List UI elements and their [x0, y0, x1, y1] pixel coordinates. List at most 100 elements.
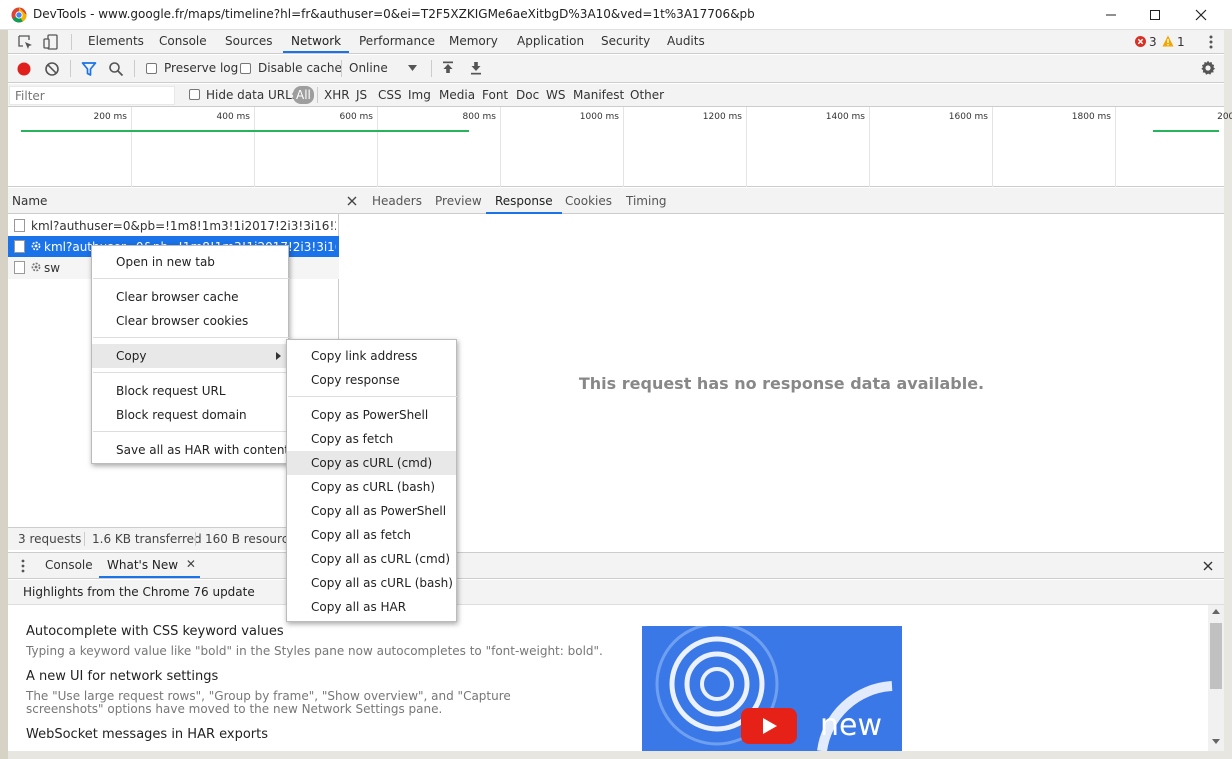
menu-copy-all-as-curl-bash[interactable]: Copy all as cURL (bash) — [287, 571, 456, 595]
tab-cookies[interactable]: Cookies — [565, 188, 612, 214]
menu-copy-as-curl-cmd[interactable]: Copy as cURL (cmd) — [287, 451, 456, 475]
filter-type-all[interactable]: All — [293, 86, 314, 104]
filter-type-xhr[interactable]: XHR — [324, 88, 350, 102]
filter-type-doc[interactable]: Doc — [516, 88, 539, 102]
menu-clear-browser-cookies[interactable]: Clear browser cookies — [92, 309, 288, 333]
tab-elements[interactable]: Elements — [88, 30, 144, 53]
warning-icon[interactable] — [1162, 35, 1174, 47]
maximize-button[interactable] — [1132, 0, 1178, 30]
preserve-log-checkbox[interactable] — [146, 63, 157, 74]
tab-network[interactable]: Network — [283, 30, 350, 53]
close-window-button[interactable] — [1178, 0, 1224, 30]
filter-type-media[interactable]: Media — [439, 88, 475, 102]
drawer-tab-console[interactable]: Console — [45, 558, 93, 572]
device-toolbar-icon[interactable] — [43, 34, 59, 50]
warning-count[interactable]: 1 — [1177, 35, 1185, 49]
hide-data-urls-checkbox[interactable] — [189, 89, 200, 100]
timeline-gridline — [500, 107, 501, 187]
scrollbar-thumb[interactable] — [1210, 623, 1222, 689]
feature-title[interactable]: WebSocket messages in HAR exports — [26, 727, 268, 742]
timeline-tick-label: 1800 ms — [1071, 112, 1111, 122]
more-menu-icon[interactable] — [1208, 34, 1214, 50]
tab-timing[interactable]: Timing — [626, 188, 667, 214]
menu-separator — [93, 278, 289, 279]
network-overview[interactable]: 200 ms 400 ms 600 ms 800 ms 1000 ms 1200 ms 14… — [8, 107, 1232, 187]
feature-title[interactable]: A new UI for network settings — [26, 669, 218, 684]
import-har-icon[interactable] — [441, 61, 455, 75]
tab-console[interactable]: Console — [159, 30, 207, 53]
tab-sources[interactable]: Sources — [225, 30, 272, 53]
preserve-log-label[interactable]: Preserve log — [164, 61, 238, 75]
filter-type-font[interactable]: Font — [482, 88, 508, 102]
timeline-tick-label: 200 ms — [93, 112, 128, 122]
timeline-tick-label: 800 ms — [462, 112, 497, 122]
tab-preview[interactable]: Preview — [435, 188, 482, 214]
search-icon[interactable] — [108, 61, 124, 77]
network-settings-icon[interactable] — [1200, 60, 1216, 76]
menu-copy[interactable]: Copy — [92, 344, 288, 368]
menu-copy-all-as-curl-cmd[interactable]: Copy all as cURL (cmd) — [287, 547, 456, 571]
feature-title[interactable]: Autocomplete with CSS keyword values — [26, 624, 284, 639]
hide-data-urls-label[interactable]: Hide data URLs — [206, 88, 298, 102]
filter-type-css[interactable]: CSS — [378, 88, 402, 102]
menu-block-request-url[interactable]: Block request URL — [92, 379, 288, 403]
close-tab-icon[interactable]: ✕ — [186, 557, 196, 571]
menu-copy-all-as-fetch[interactable]: Copy all as fetch — [287, 523, 456, 547]
column-name-header[interactable]: Name — [12, 194, 47, 208]
request-context-menu: Open in new tab Clear browser cache Clea… — [91, 245, 289, 464]
menu-copy-link-address[interactable]: Copy link address — [287, 344, 456, 368]
tab-application[interactable]: Application — [517, 30, 584, 53]
menu-copy-as-fetch[interactable]: Copy as fetch — [287, 427, 456, 451]
scroll-down-icon[interactable] — [1212, 739, 1220, 744]
error-count[interactable]: 3 — [1149, 35, 1157, 49]
play-button-icon[interactable] — [741, 708, 797, 744]
filter-type-js[interactable]: JS — [356, 88, 367, 102]
filter-type-img[interactable]: Img — [408, 88, 431, 102]
whats-new-video-thumbnail[interactable]: new — [642, 626, 902, 751]
menu-clear-browser-cache[interactable]: Clear browser cache — [92, 285, 288, 309]
tab-response[interactable]: Response — [486, 188, 562, 214]
menu-save-all-as-har[interactable]: Save all as HAR with content — [92, 438, 289, 462]
request-row[interactable]: kml?authuser=0&pb=!1m8!1m3!1i2017!2i3!3i… — [8, 215, 339, 237]
record-button[interactable] — [16, 61, 32, 77]
error-icon[interactable] — [1135, 36, 1146, 47]
scroll-up-icon[interactable] — [1212, 609, 1220, 614]
menu-copy-as-powershell[interactable]: Copy as PowerShell — [287, 403, 456, 427]
filter-input[interactable] — [9, 86, 175, 105]
filter-icon[interactable] — [81, 61, 97, 77]
menu-copy-all-as-powershell[interactable]: Copy all as PowerShell — [287, 499, 456, 523]
disable-cache-label[interactable]: Disable cache — [258, 61, 342, 75]
close-details-icon[interactable] — [347, 196, 357, 206]
close-drawer-icon[interactable] — [1203, 561, 1213, 571]
drawer-menu-icon[interactable] — [21, 559, 25, 573]
request-list-header: Name — [8, 188, 339, 214]
menu-copy-response[interactable]: Copy response — [287, 368, 456, 392]
tab-memory[interactable]: Memory — [449, 30, 498, 53]
service-worker-gear-icon — [31, 241, 41, 251]
inspect-element-icon[interactable] — [17, 34, 33, 50]
export-har-icon[interactable] — [469, 61, 483, 75]
filter-type-manifest[interactable]: Manifest — [573, 88, 624, 102]
tb-sep-3 — [341, 60, 342, 77]
timeline-gridline — [623, 107, 624, 187]
timeline-gridline — [869, 107, 870, 187]
drawer-tab-whats-new[interactable]: What's New ✕ — [99, 553, 200, 578]
filter-type-ws[interactable]: WS — [546, 88, 565, 102]
menu-block-request-domain[interactable]: Block request domain — [92, 403, 288, 427]
tab-security[interactable]: Security — [601, 30, 650, 53]
menu-open-in-new-tab[interactable]: Open in new tab — [92, 250, 288, 274]
disable-cache-checkbox[interactable] — [240, 63, 251, 74]
tab-audits[interactable]: Audits — [667, 30, 705, 53]
tab-headers[interactable]: Headers — [372, 188, 422, 214]
tb-sep-4 — [431, 60, 432, 77]
tab-performance[interactable]: Performance — [359, 30, 435, 53]
menu-label: Copy all as fetch — [311, 528, 412, 542]
filter-type-other[interactable]: Other — [630, 88, 664, 102]
minimize-button[interactable] — [1088, 0, 1134, 30]
menu-copy-all-as-har[interactable]: Copy all as HAR — [287, 595, 456, 619]
drawer-scrollbar[interactable] — [1208, 605, 1224, 751]
request-name: sw — [44, 261, 61, 275]
menu-copy-as-curl-bash[interactable]: Copy as cURL (bash) — [287, 475, 456, 499]
throttling-select[interactable]: Online — [348, 58, 424, 79]
clear-icon[interactable] — [44, 61, 60, 77]
